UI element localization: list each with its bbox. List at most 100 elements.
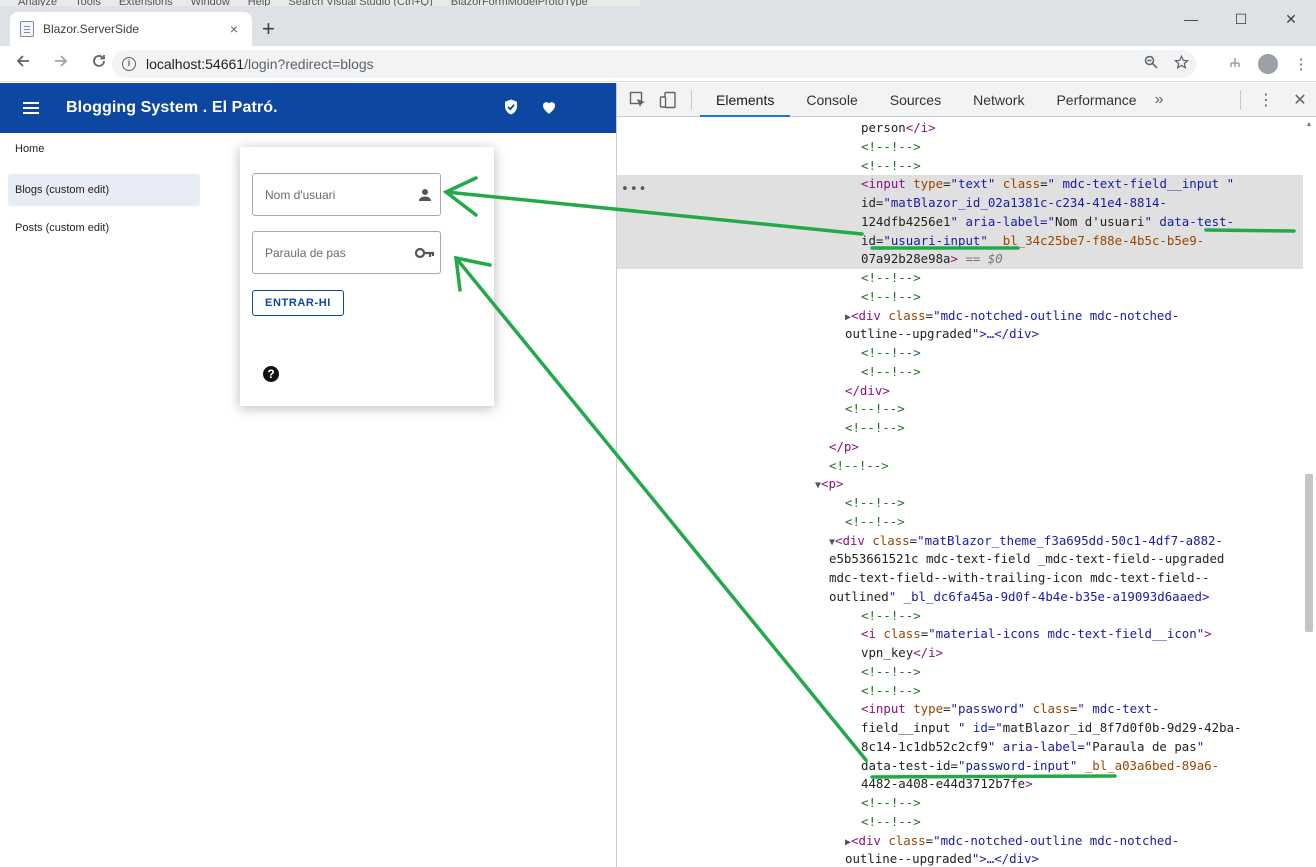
scroll-up-arrow-icon[interactable]: ▲ [1304,121,1314,128]
bookmark-star-icon[interactable] [1166,54,1196,74]
sidebar-item-home[interactable]: Home [8,133,200,165]
devtools-right-controls: ⋮ ✕ [1232,83,1316,117]
devtools-close-icon[interactable]: ✕ [1283,90,1316,110]
reload-button[interactable] [84,53,114,74]
elements-line[interactable]: <!--!--> [617,607,1303,626]
tab-console[interactable]: Console [790,83,873,117]
elements-line[interactable]: data-test-id="password-input" _bl_a03a6b… [617,757,1303,776]
elements-line[interactable]: outlined" _bl_dc6fa45a-9d0f-4b4e-b35e-a1… [617,588,1303,607]
tab-network[interactable]: Network [957,83,1040,117]
devtools-menu-icon[interactable]: ⋮ [1249,90,1283,110]
inspect-element-icon[interactable] [623,91,653,109]
minimize-button[interactable]: — [1166,6,1216,32]
address-bar[interactable]: i localhost:54661/login?redirect=blogs [112,50,1196,78]
login-button[interactable]: ENTRAR-HI [252,290,344,316]
more-tabs-button[interactable]: » [1155,91,1164,109]
elements-line[interactable]: </p> [617,438,1303,457]
new-tab-button[interactable]: + [262,16,275,42]
hamburger-menu-icon[interactable] [23,102,41,114]
elements-line[interactable]: <input type="text" class=" mdc-text-fiel… [617,175,1303,194]
browser-menu-icon[interactable]: ⋮ [1286,55,1316,73]
sidebar-item-posts[interactable]: Posts (custom edit) [8,212,200,244]
vpn-key-icon [410,247,440,259]
elements-line[interactable]: ▼<div class="matBlazor_theme_f3a695dd-50… [617,532,1303,551]
elements-line[interactable]: <!--!--> [617,794,1303,813]
elements-line[interactable]: <!--!--> [617,682,1303,701]
elements-line[interactable]: <!--!--> [617,457,1303,476]
profile-avatar-icon[interactable] [1258,54,1278,74]
browser-tab[interactable]: Blazor.ServerSide × [10,12,252,46]
device-toolbar-icon[interactable] [653,91,683,109]
elements-scrollbar[interactable]: ▲ [1304,119,1314,867]
elements-line[interactable]: <!--!--> [617,400,1303,419]
elements-line[interactable]: vpn_key</i> [617,644,1303,663]
elements-line[interactable]: <!--!--> [617,513,1303,532]
elements-line[interactable]: <!--!--> [617,813,1303,832]
elements-line[interactable]: <!--!--> [617,363,1303,382]
elements-line[interactable]: id="usuari-input" _bl_34c25be7-f88e-4b5c… [617,231,1303,251]
devtools-toolbar: Elements Console Sources Network Perform… [617,83,1316,117]
username-input[interactable]: Nom d'usuari [252,173,441,216]
elements-line[interactable]: mdc-text-field--with-trailing-icon mdc-t… [617,569,1303,588]
elements-line[interactable]: 124dfb4256e1" aria-label="Nom d'usuari" … [617,212,1303,232]
verified-shield-icon[interactable] [502,98,520,116]
tab-elements[interactable]: Elements [700,83,791,117]
os-menu-item[interactable]: Help [248,0,271,6]
elements-line[interactable]: <!--!--> [617,494,1303,513]
elements-line[interactable]: id="matBlazor_id_02a1381c-c234-41e4-8814… [617,194,1303,213]
browser-tab-strip: Analyze Tools Extensions Window Help Search V… [0,0,1316,46]
toolbar-divider [1240,90,1241,110]
elements-line[interactable]: <!--!--> [617,157,1303,176]
elements-line[interactable]: 8c14-1c1db52c2cf9" aria-label="Paraula d… [617,738,1303,757]
elements-line[interactable]: person</i> [617,119,1303,138]
elements-line[interactable]: e5b53661521c mdc-text-field _mdc-text-fi… [617,550,1303,569]
elements-line[interactable]: <input type="password" class=" mdc-text- [617,700,1303,719]
elements-line[interactable]: 4482-a408-e44d3712b7fe> [617,775,1303,794]
forward-button[interactable] [46,53,76,74]
maximize-button[interactable]: ☐ [1216,6,1266,32]
site-info-icon[interactable]: i [122,57,136,71]
elements-line[interactable]: <!--!--> [617,269,1303,288]
tab-close-icon[interactable]: × [226,21,242,37]
heart-icon[interactable] [540,98,558,116]
elements-line[interactable]: outline--upgraded">…</div> [617,325,1303,344]
os-menu-item[interactable]: Analyze [18,0,57,6]
elements-line[interactable]: <!--!--> [617,344,1303,363]
elements-line[interactable]: outline--upgraded">…</div> [617,850,1303,867]
elements-line[interactable]: ▶<div class="mdc-notched-outline mdc-not… [617,307,1303,326]
browser-toolbar: i localhost:54661/login?redirect=blogs ⋮ [0,46,1316,82]
node-actions-ellipsis[interactable]: ••• [621,181,647,200]
scroll-thumb[interactable] [1305,474,1313,632]
os-menu-item[interactable]: Window [191,0,230,6]
toolbar-divider [691,89,692,110]
sidebar-item-blogs[interactable]: Blogs (custom edit) [8,174,200,206]
username-placeholder: Nom d'usuari [265,187,336,202]
back-button[interactable] [8,53,38,74]
password-input[interactable]: Paraula de pas [252,231,441,274]
elements-line[interactable]: <!--!--> [617,288,1303,307]
elements-line[interactable]: field__input " id="matBlazor_id_8f7d0f0b… [617,719,1303,738]
elements-line[interactable]: <!--!--> [617,419,1303,438]
close-window-button[interactable]: ✕ [1266,6,1316,32]
elements-line[interactable]: <i class="material-icons mdc-text-field_… [617,625,1303,644]
os-menu-item[interactable]: Tools [75,0,101,6]
url-text: localhost:54661/login?redirect=blogs [146,56,1136,72]
elements-line[interactable]: 07a92b28e98a> == $0 [617,250,1303,269]
elements-line[interactable]: <!--!--> [617,138,1303,157]
person-icon [410,188,440,202]
elements-line[interactable]: ▼<p> [617,475,1303,494]
url-host: localhost:54661 [146,56,245,72]
screen: Analyze Tools Extensions Window Help Search V… [0,0,1316,867]
os-menu-item[interactable]: Extensions [119,0,173,6]
elements-line[interactable]: <!--!--> [617,663,1303,682]
tab-sources[interactable]: Sources [874,83,957,117]
blazor-app: Blogging System . El Patró. Home Blogs (… [0,83,616,867]
os-menu-item[interactable]: Search Visual Studio (Ctrl+Q) [288,0,432,6]
help-icon[interactable]: ? [263,366,279,382]
tab-performance[interactable]: Performance [1040,83,1152,117]
os-menu-item[interactable]: BlazorFormModelProtoType [451,0,588,6]
extension-icon[interactable] [1220,56,1250,73]
elements-line[interactable]: ▶<div class="mdc-notched-outline mdc-not… [617,832,1303,851]
zoom-search-icon[interactable] [1136,55,1166,73]
elements-line[interactable]: </div> [617,382,1303,401]
